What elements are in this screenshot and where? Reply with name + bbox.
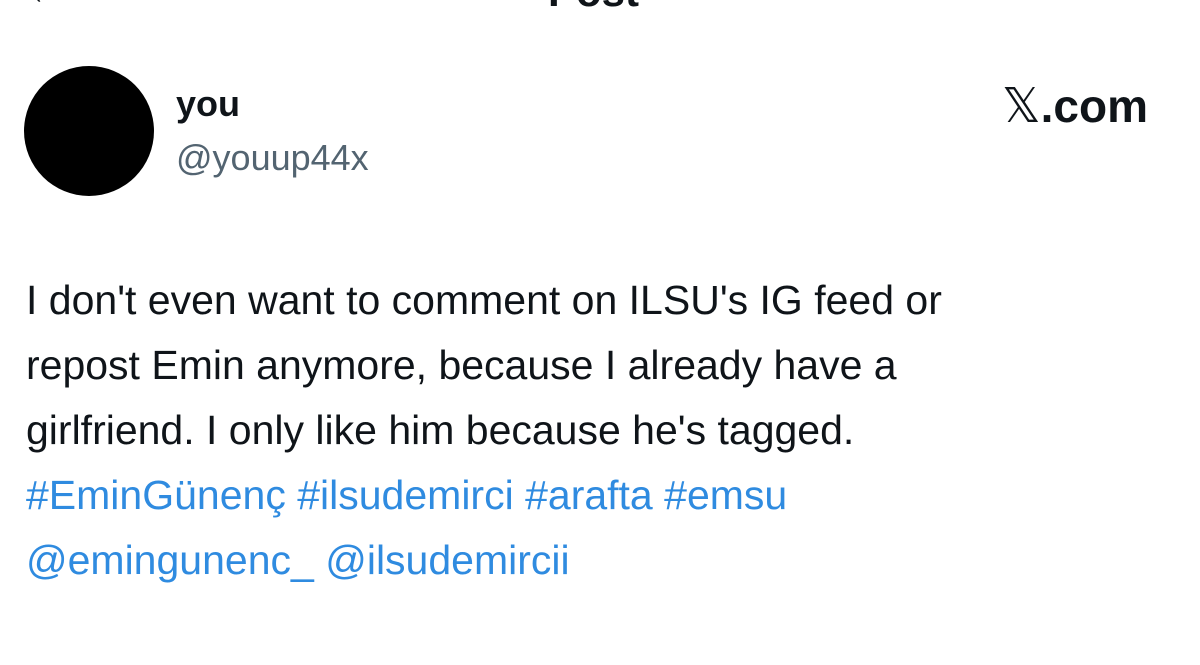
hashtag-link[interactable]: #EminGünenç — [26, 472, 286, 518]
mention-link[interactable]: @emingunenc_ — [26, 537, 314, 583]
mention-link[interactable]: @ilsudemircii — [325, 537, 569, 583]
hashtag-line: #EminGünenç #ilsudemirci #arafta #emsu — [26, 463, 1176, 528]
x-com-logo: 𝕏.com — [1002, 80, 1148, 133]
avatar[interactable] — [24, 66, 154, 196]
x-logo-icon: 𝕏 — [1001, 80, 1041, 133]
post-text-line: girlfriend. I only like him because he's… — [26, 407, 855, 453]
hashtag-link[interactable]: #arafta — [525, 472, 653, 518]
post-text-line: I don't even want to comment on ILSU's I… — [26, 277, 942, 323]
author-display-name[interactable]: you — [176, 82, 240, 126]
arrow-left-icon[interactable]: ← — [24, 0, 68, 12]
logo-text: .com — [1040, 80, 1148, 132]
hashtag-link[interactable]: #emsu — [664, 472, 787, 518]
mention-line: @emingunenc_ @ilsudemircii — [26, 528, 1176, 593]
page-title: Post — [548, 0, 639, 14]
post-body: I don't even want to comment on ILSU's I… — [26, 268, 1176, 593]
author-handle[interactable]: @youup44x — [176, 136, 369, 180]
post-text-line: repost Emin anymore, because I already h… — [26, 342, 897, 388]
hashtag-link[interactable]: #ilsudemirci — [297, 472, 513, 518]
top-navigation-bar: ← Post — [0, 0, 1200, 20]
